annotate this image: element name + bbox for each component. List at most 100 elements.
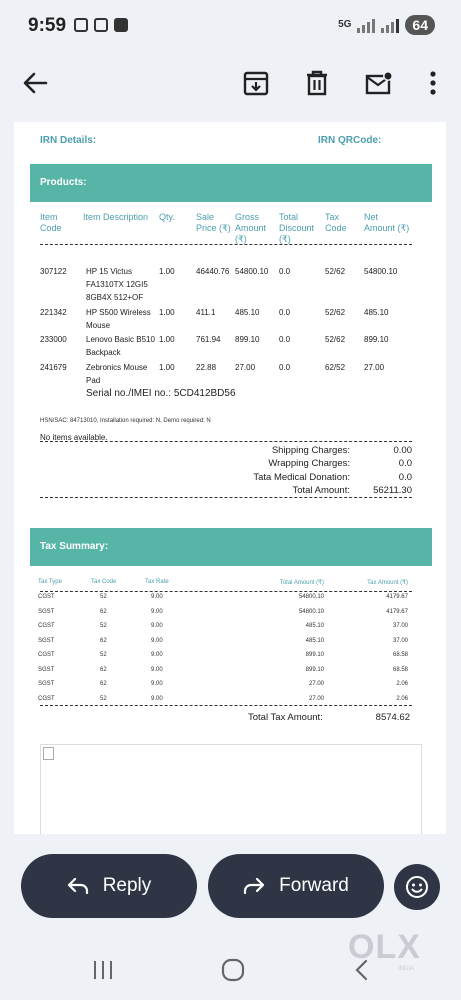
tax-cell: 4179.67 bbox=[386, 608, 408, 615]
column-header-text: Sale bbox=[196, 212, 215, 222]
cell-tax: 62/52 bbox=[325, 363, 346, 372]
youtube-icon bbox=[114, 18, 128, 32]
tax-column-header: Tax Code bbox=[91, 579, 117, 585]
cell-discount: 0.0 bbox=[279, 335, 291, 344]
total-divider bbox=[40, 497, 412, 498]
forward-icon bbox=[244, 878, 265, 894]
tax-cell: 9.00 bbox=[151, 637, 163, 644]
cell-qty: 1.00 bbox=[159, 308, 175, 317]
column-header-text: Code bbox=[325, 223, 347, 233]
charge-value: 0.00 bbox=[393, 445, 413, 456]
cell-desc: HP S500 Wireless Mouse bbox=[86, 306, 151, 332]
tax-column-header: Total Amount (₹) bbox=[279, 580, 324, 586]
tax-cell: CGST bbox=[38, 623, 55, 629]
forward-label: Forward bbox=[279, 875, 349, 896]
tax-cell: SGST bbox=[38, 608, 55, 615]
cell-qty: 1.00 bbox=[159, 335, 175, 344]
tax-bottom-divider bbox=[40, 705, 412, 706]
column-header-text: Code bbox=[40, 223, 62, 233]
tax-cell: 52 bbox=[100, 652, 107, 658]
tax-cell: 52 bbox=[100, 695, 107, 702]
tax-cell: 899.10 bbox=[305, 666, 324, 673]
tax-cell: 485.10 bbox=[305, 623, 324, 629]
cell-desc: HP 15 Victus FA1310TX 12GI5 8GB4X 512+OF bbox=[86, 265, 148, 304]
tax-cell: 485.10 bbox=[305, 637, 324, 644]
column-header-text: Amount (₹) bbox=[364, 223, 410, 233]
serial-number: Serial no./IMEI no.: 5CD412BD56 bbox=[86, 388, 236, 399]
tax-cell: 9.00 bbox=[151, 594, 163, 600]
tax-cell: 52 bbox=[100, 623, 107, 629]
cell-net: 54800.10 bbox=[364, 267, 398, 276]
tax-cell: 9.00 bbox=[151, 681, 163, 687]
hd-icon bbox=[94, 18, 108, 32]
status-time: 9:59 bbox=[28, 15, 67, 36]
column-header-text: Qty. bbox=[159, 212, 175, 222]
network-type: 5G bbox=[338, 19, 352, 30]
cell-net: 899.10 bbox=[364, 335, 389, 344]
tax-cell: 68.58 bbox=[392, 652, 408, 658]
qr-image-placeholder bbox=[40, 744, 422, 834]
tax-column-header: Tax Amount (₹) bbox=[367, 580, 408, 586]
tax-cell: 27.00 bbox=[308, 681, 324, 687]
cell-discount: 0.0 bbox=[279, 267, 291, 276]
delete-icon[interactable] bbox=[300, 66, 334, 100]
hsn-line: HSN/SAC: 84713010, Installation required… bbox=[40, 418, 211, 424]
back-arrow-icon[interactable] bbox=[18, 66, 52, 100]
archive-icon[interactable] bbox=[239, 66, 273, 100]
charge-value: 0.0 bbox=[398, 458, 412, 469]
tax-cell: 62 bbox=[100, 666, 107, 673]
emoji-icon bbox=[406, 876, 428, 898]
cell-qty: 1.00 bbox=[159, 363, 175, 372]
tax-cell: 62 bbox=[100, 608, 107, 615]
tax-cell: SGST bbox=[38, 666, 55, 673]
more-vert-icon[interactable] bbox=[416, 66, 450, 100]
back-nav-icon[interactable] bbox=[354, 959, 368, 981]
cell-code: 307122 bbox=[40, 267, 67, 276]
cell-line: HP S500 Wireless bbox=[86, 308, 151, 317]
cell-tax: 52/62 bbox=[325, 335, 346, 344]
cell-gross: 485.10 bbox=[235, 308, 260, 317]
reply-icon bbox=[67, 878, 88, 894]
invoice-document[interactable]: IRN Details: IRN QRCode: Products: Item C… bbox=[14, 122, 446, 834]
tax-cell: CGST bbox=[38, 594, 55, 600]
cell-discount: 0.0 bbox=[279, 363, 291, 372]
cell-line: HP 15 Victus bbox=[86, 267, 132, 276]
cell-code: 233000 bbox=[40, 335, 67, 344]
column-header-text: Item Description bbox=[83, 212, 149, 222]
cell-price: 46440.76 bbox=[196, 267, 230, 276]
column-header-text: Gross bbox=[235, 212, 260, 222]
cell-line: FA1310TX 12GI5 bbox=[86, 280, 148, 289]
cell-gross: 27.00 bbox=[235, 363, 256, 372]
tax-cell: 27.00 bbox=[308, 695, 324, 702]
products-header-bar: Products: bbox=[30, 164, 432, 202]
column-header-text: Total bbox=[279, 212, 299, 222]
status-bar: 9:59 5G 64 bbox=[0, 0, 461, 52]
reply-button[interactable]: Reply bbox=[21, 854, 197, 918]
tax-cell: 68.58 bbox=[392, 666, 408, 673]
cell-code: 221342 bbox=[40, 308, 67, 317]
broken-image-icon bbox=[43, 747, 54, 760]
tax-cell: 899.10 bbox=[305, 652, 324, 658]
column-header-code: Item Code bbox=[40, 212, 62, 234]
app-bar bbox=[0, 52, 461, 114]
tax-header-divider bbox=[40, 591, 412, 592]
tax-cell: CGST bbox=[38, 695, 55, 702]
tax-cell: 62 bbox=[100, 681, 107, 687]
column-header-desc: Item Description bbox=[83, 212, 148, 223]
cell-qty: 1.00 bbox=[159, 267, 175, 276]
cell-gross: 899.10 bbox=[235, 335, 260, 344]
forward-button[interactable]: Forward bbox=[208, 854, 384, 918]
home-icon[interactable] bbox=[221, 958, 245, 982]
cell-net: 485.10 bbox=[364, 308, 389, 317]
recent-apps-icon[interactable] bbox=[92, 960, 114, 980]
cell-tax: 52/62 bbox=[325, 308, 346, 317]
tax-cell: 4179.67 bbox=[386, 594, 408, 600]
mark-unread-icon[interactable] bbox=[362, 66, 396, 100]
cell-price: 22.88 bbox=[196, 363, 217, 372]
column-header-qty: Qty. bbox=[159, 212, 175, 223]
charge-label: Wrapping Charges: bbox=[268, 458, 350, 469]
emoji-reaction-button[interactable] bbox=[394, 864, 440, 910]
cell-line: 8GB4X 512+OF bbox=[86, 293, 144, 302]
charge-label: Tata Medical Donation: bbox=[253, 472, 350, 483]
cell-desc: Lenovo Basic B510 Backpack bbox=[86, 333, 155, 359]
